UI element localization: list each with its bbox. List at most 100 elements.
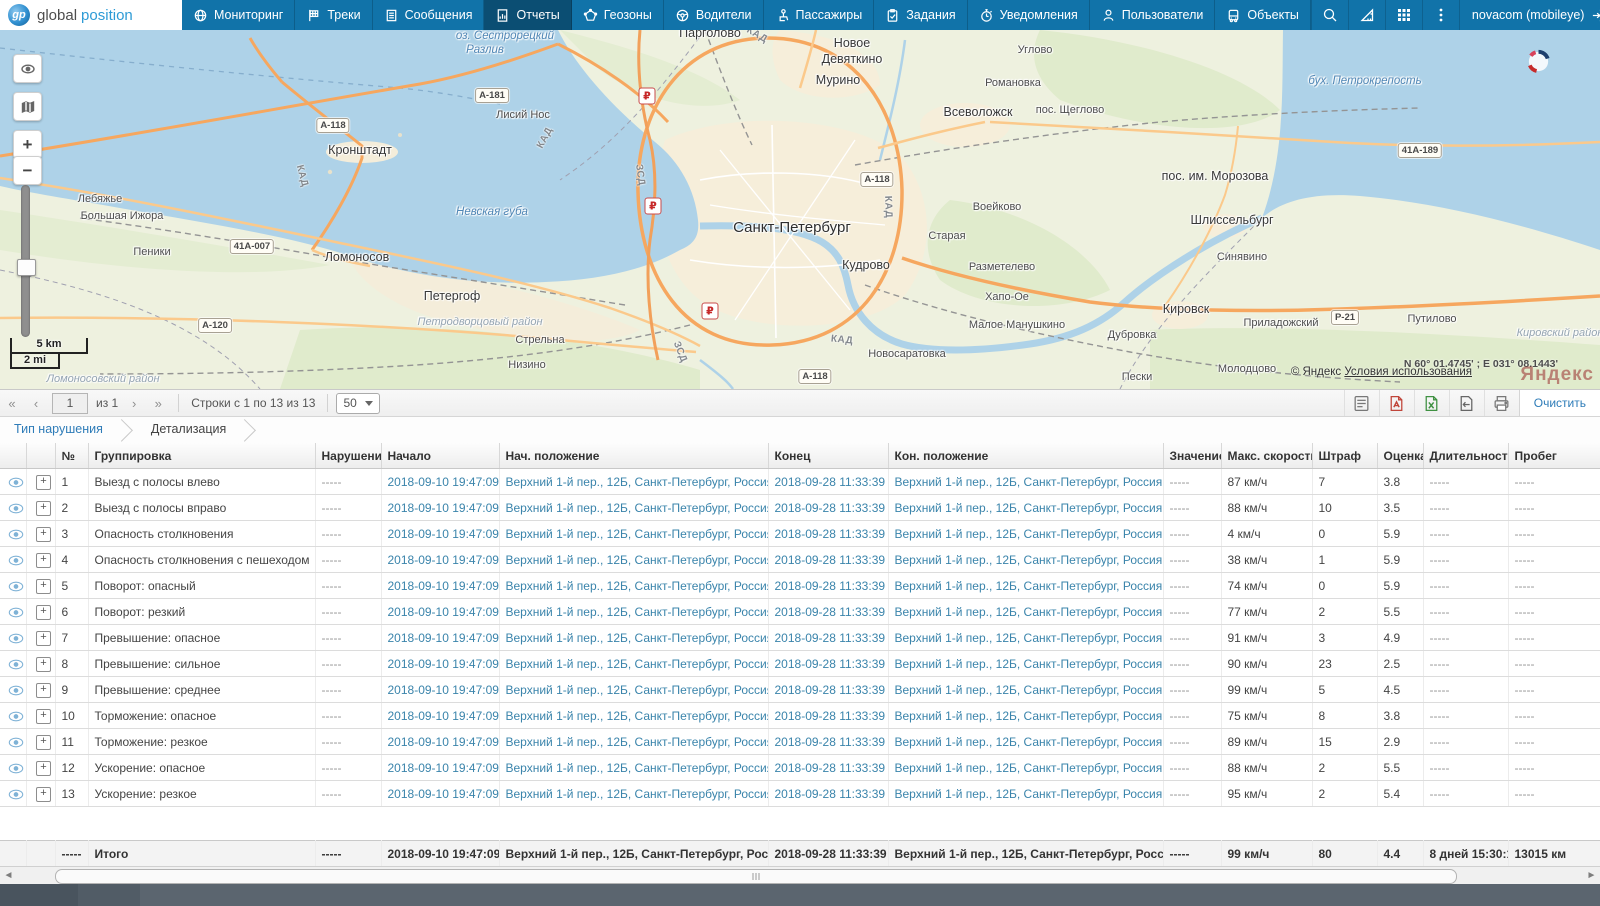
map-visibility-button[interactable]: [13, 54, 42, 83]
row-show-on-map[interactable]: [0, 625, 26, 651]
table-row[interactable]: + 10 Торможение: опасное ----- 2018-09-1…: [0, 703, 1600, 729]
export-pdf-button[interactable]: [1379, 390, 1414, 416]
zoom-in-button[interactable]: +: [13, 130, 42, 159]
header-score[interactable]: Оценка: [1377, 443, 1423, 469]
row-show-on-map[interactable]: [0, 521, 26, 547]
first-page-button[interactable]: «: [0, 396, 24, 411]
header-duration[interactable]: Длительность: [1423, 443, 1508, 469]
table-row[interactable]: + 12 Ускорение: опасное ----- 2018-09-10…: [0, 755, 1600, 781]
zoom-out-button[interactable]: −: [13, 156, 42, 185]
row-expand[interactable]: +: [26, 573, 55, 599]
row-expand[interactable]: +: [26, 521, 55, 547]
row-show-on-map[interactable]: [0, 495, 26, 521]
header-end[interactable]: Конец: [768, 443, 888, 469]
table-row[interactable]: + 1 Выезд с полосы влево ----- 2018-09-1…: [0, 469, 1600, 495]
scrollbar-thumb[interactable]: [55, 869, 1457, 884]
nav-item-objects[interactable]: Объекты: [1215, 0, 1311, 30]
page-size-select[interactable]: 50: [336, 393, 379, 414]
table-row[interactable]: + 7 Превышение: опасное ----- 2018-09-10…: [0, 625, 1600, 651]
search-button[interactable]: [1311, 0, 1348, 30]
report-view-button[interactable]: [1344, 390, 1379, 416]
nav-item-users[interactable]: Пользователи: [1090, 0, 1216, 30]
user-menu[interactable]: novacom (mobileye): [1459, 0, 1600, 30]
cell-start: 2018-09-10 19:47:09: [381, 599, 499, 625]
cell-duration: -----: [1423, 521, 1508, 547]
row-expand[interactable]: +: [26, 703, 55, 729]
header-group[interactable]: Группировка: [88, 443, 315, 469]
header-max-speed[interactable]: Макс. скорость: [1221, 443, 1312, 469]
table-row[interactable]: + 6 Поворот: резкий ----- 2018-09-10 19:…: [0, 599, 1600, 625]
header-start[interactable]: Начало: [381, 443, 499, 469]
row-expand[interactable]: +: [26, 547, 55, 573]
cell-num: 11: [55, 729, 88, 755]
row-expand[interactable]: +: [26, 729, 55, 755]
horizontal-scrollbar[interactable]: ◄ ►: [0, 866, 1600, 885]
nav-item-passengers[interactable]: Пассажиры: [764, 0, 875, 30]
row-expand[interactable]: +: [26, 469, 55, 495]
row-expand[interactable]: +: [26, 781, 55, 807]
table-row[interactable]: + 2 Выезд с полосы вправо ----- 2018-09-…: [0, 495, 1600, 521]
map-canvas[interactable]: Парголово Новое Девяткино Мурино Углово …: [0, 30, 1600, 389]
clear-button[interactable]: Очистить: [1519, 390, 1600, 416]
row-show-on-map[interactable]: [0, 651, 26, 677]
table-row[interactable]: + 5 Поворот: опасный ----- 2018-09-10 19…: [0, 573, 1600, 599]
nav-item-monitoring[interactable]: Мониторинг: [182, 0, 295, 30]
row-show-on-map[interactable]: [0, 547, 26, 573]
map-layers-button[interactable]: [13, 92, 42, 121]
terms-link[interactable]: Условия использования: [1344, 366, 1472, 378]
header-fine[interactable]: Штраф: [1312, 443, 1377, 469]
nav-item-tasks[interactable]: Задания: [874, 0, 967, 30]
nav-item-reports[interactable]: Отчеты: [484, 0, 571, 30]
row-expand[interactable]: +: [26, 625, 55, 651]
scroll-left-arrow[interactable]: ◄: [0, 867, 17, 884]
row-show-on-map[interactable]: [0, 703, 26, 729]
header-violation[interactable]: Нарушение: [315, 443, 381, 469]
row-show-on-map[interactable]: [0, 781, 26, 807]
header-start-pos[interactable]: Нач. положение: [499, 443, 768, 469]
row-expand[interactable]: +: [26, 651, 55, 677]
table-row[interactable]: + 11 Торможение: резкое ----- 2018-09-10…: [0, 729, 1600, 755]
last-page-button[interactable]: »: [146, 396, 170, 411]
zoom-slider-handle[interactable]: [17, 259, 36, 276]
header-mileage[interactable]: Пробег: [1508, 443, 1600, 469]
nav-item-notifications[interactable]: Уведомления: [968, 0, 1090, 30]
header-value[interactable]: Значение: [1163, 443, 1221, 469]
row-show-on-map[interactable]: [0, 677, 26, 703]
row-show-on-map[interactable]: [0, 755, 26, 781]
brand-logo[interactable]: gp global position: [0, 0, 182, 30]
scroll-right-arrow[interactable]: ►: [1583, 867, 1600, 884]
cell-start-pos: Верхний 1-й пер., 12Б, Санкт-Петербург, …: [499, 755, 768, 781]
export-file-button[interactable]: [1449, 390, 1484, 416]
row-expand[interactable]: +: [26, 599, 55, 625]
export-excel-button[interactable]: [1414, 390, 1449, 416]
row-show-on-map[interactable]: [0, 729, 26, 755]
next-page-button[interactable]: ›: [122, 396, 146, 411]
table-row[interactable]: + 9 Превышение: среднее ----- 2018-09-10…: [0, 677, 1600, 703]
apps-grid-button[interactable]: [1385, 0, 1422, 30]
row-expand[interactable]: +: [26, 677, 55, 703]
table-row[interactable]: + 4 Опасность столкновения с пешеходом -…: [0, 547, 1600, 573]
print-button[interactable]: [1484, 390, 1519, 416]
nav-item-tracks[interactable]: Треки: [295, 0, 372, 30]
more-menu-button[interactable]: [1422, 0, 1459, 30]
nav-item-drivers[interactable]: Водители: [664, 0, 764, 30]
row-show-on-map[interactable]: [0, 469, 26, 495]
measure-button[interactable]: [1348, 0, 1385, 30]
tab-details[interactable]: Детализация: [137, 422, 236, 436]
tab-violation-type[interactable]: Тип нарушения: [0, 422, 113, 436]
row-show-on-map[interactable]: [0, 573, 26, 599]
zoom-slider[interactable]: [21, 185, 30, 337]
prev-page-button[interactable]: ‹: [24, 396, 48, 411]
row-expand[interactable]: +: [26, 495, 55, 521]
header-end-pos[interactable]: Кон. положение: [888, 443, 1163, 469]
nav-item-messages[interactable]: Сообщения: [373, 0, 485, 30]
table-row[interactable]: + 8 Превышение: сильное ----- 2018-09-10…: [0, 651, 1600, 677]
row-expand[interactable]: +: [26, 755, 55, 781]
cell-end: 2018-09-28 11:33:39: [768, 677, 888, 703]
header-num[interactable]: №: [55, 443, 88, 469]
row-show-on-map[interactable]: [0, 599, 26, 625]
table-row[interactable]: + 13 Ускорение: резкое ----- 2018-09-10 …: [0, 781, 1600, 807]
nav-item-geofences[interactable]: Геозоны: [572, 0, 664, 30]
table-row[interactable]: + 3 Опасность столкновения ----- 2018-09…: [0, 521, 1600, 547]
page-number-input[interactable]: [52, 393, 88, 414]
